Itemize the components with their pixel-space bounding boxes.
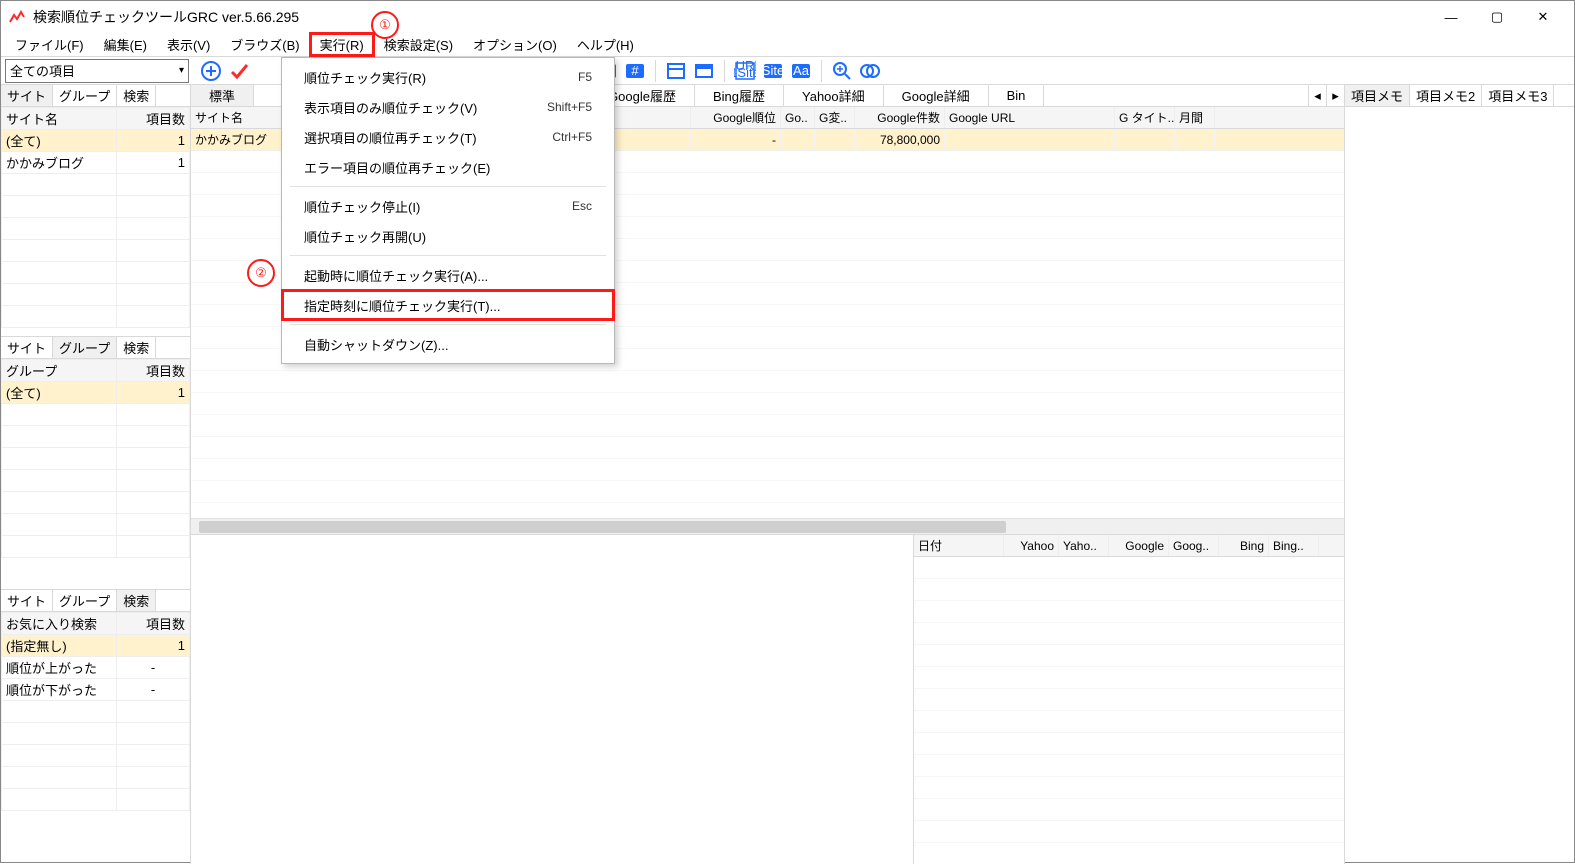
table-row[interactable]: かかみブログ1 [2, 152, 190, 174]
sites-panel: サイト グループ 検索 サイト名項目数 (全て)1 かかみブログ1 [1, 85, 190, 337]
menu-browse[interactable]: ブラウズ(B) [220, 33, 309, 56]
run-menu-dropdown: 順位チェック実行(R)F5 表示項目のみ順位チェック(V)Shift+F5 選択… [281, 57, 615, 364]
title-bar: 検索順位チェックツールGRC ver.5.66.295 — ▢ ✕ [1, 1, 1574, 33]
tab-bing-hist[interactable]: Bing履歴 [695, 85, 784, 106]
app-title: 検索順位チェックツールGRC ver.5.66.295 [33, 7, 1428, 27]
dd-visible-check[interactable]: 表示項目のみ順位チェック(V)Shift+F5 [282, 92, 614, 122]
toolbar: 全ての項目 ▾ RL # 1URL1Site Site Aa [1, 57, 1574, 85]
tab-memo1[interactable]: 項目メモ [1345, 85, 1410, 106]
close-button[interactable]: ✕ [1520, 1, 1566, 33]
scope-combobox[interactable]: 全ての項目 ▾ [5, 59, 189, 83]
dd-run-at-time[interactable]: 指定時刻に順位チェック実行(T)... [282, 290, 614, 320]
dd-resume[interactable]: 順位チェック再開(U) [282, 221, 614, 251]
minimize-button[interactable]: — [1428, 1, 1474, 33]
tab-search[interactable]: 検索 [117, 590, 156, 611]
dd-auto-shutdown[interactable]: 自動シャットダウン(Z)... [282, 329, 614, 359]
table-row[interactable]: 順位が下がった- [2, 678, 190, 700]
horizontal-scrollbar[interactable] [191, 518, 1344, 534]
scope-value: 全ての項目 [10, 61, 75, 80]
memo-column: 項目メモ 項目メモ2 項目メモ3 [1344, 85, 1574, 864]
favorites-panel: サイト グループ 検索 お気に入り検索項目数 (指定無し)1 順位が上がった- … [1, 590, 190, 864]
table-row[interactable]: (全て)1 [2, 130, 190, 152]
tab-bing-detail[interactable]: Bin [989, 85, 1045, 106]
menu-bar: ファイル(F) 編集(E) 表示(V) ブラウズ(B) 実行(R) 検索設定(S… [1, 33, 1574, 57]
check-icon[interactable] [225, 57, 253, 85]
tab-site[interactable]: サイト [1, 590, 53, 611]
magnify-icon[interactable] [828, 57, 856, 85]
left-column: サイト グループ 検索 サイト名項目数 (全て)1 かかみブログ1 サイト グル… [1, 85, 191, 864]
memo-area[interactable] [1345, 107, 1574, 864]
tab-site[interactable]: サイト [1, 337, 53, 358]
card-icon[interactable] [690, 57, 718, 85]
tab-scroll-right[interactable]: ▸ [1326, 85, 1344, 106]
annotation-1: ① [371, 11, 399, 39]
dd-run-check[interactable]: 順位チェック実行(R)F5 [282, 62, 614, 92]
site-icon[interactable]: Site [759, 57, 787, 85]
tab-memo2[interactable]: 項目メモ2 [1410, 85, 1482, 106]
table-row[interactable]: (全て)1 [2, 382, 190, 404]
svg-text:Aa: Aa [793, 63, 810, 78]
sites-grid[interactable]: サイト名項目数 (全て)1 かかみブログ1 [1, 107, 190, 336]
menu-view[interactable]: 表示(V) [157, 33, 220, 56]
groups-panel: サイト グループ 検索 グループ項目数 (全て)1 [1, 337, 190, 589]
tab-standard[interactable]: 標準 [191, 85, 254, 106]
table-row[interactable]: (指定無し)1 [2, 634, 190, 656]
menu-file[interactable]: ファイル(F) [5, 33, 94, 56]
tab-scroll-left[interactable]: ◂ [1308, 85, 1326, 106]
tab-group[interactable]: グループ [53, 85, 117, 106]
dd-separator [290, 255, 606, 256]
dd-recheck-selected[interactable]: 選択項目の順位再チェック(T)Ctrl+F5 [282, 122, 614, 152]
menu-options[interactable]: オプション(O) [463, 33, 567, 56]
tab-search[interactable]: 検索 [117, 337, 156, 358]
app-icon [9, 9, 25, 25]
dd-separator [290, 186, 606, 187]
groups-grid[interactable]: グループ項目数 (全て)1 [1, 359, 190, 588]
tab-google-detail[interactable]: Google詳細 [884, 85, 989, 106]
svg-text:#: # [631, 63, 639, 78]
onesite-icon[interactable]: 1URL1Site [731, 57, 759, 85]
maximize-button[interactable]: ▢ [1474, 1, 1520, 33]
menu-run[interactable]: 実行(R) [310, 33, 374, 56]
annotation-2: ② [247, 259, 275, 287]
window-icon[interactable] [662, 57, 690, 85]
dd-run-on-launch[interactable]: 起動時に順位チェック実行(A)... [282, 260, 614, 290]
table-row[interactable]: 順位が上がった- [2, 656, 190, 678]
svg-text:1Site: 1Site [734, 65, 756, 80]
tab-search[interactable]: 検索 [117, 85, 156, 106]
overlap-icon[interactable] [856, 57, 884, 85]
tab-memo3[interactable]: 項目メモ3 [1482, 85, 1554, 106]
dd-recheck-errors[interactable]: エラー項目の順位再チェック(E) [282, 152, 614, 182]
tab-site[interactable]: サイト [1, 85, 53, 106]
history-grid[interactable] [914, 557, 1344, 864]
dd-stop[interactable]: 順位チェック停止(I)Esc [282, 191, 614, 221]
history-panel: 日付 Yahoo Yaho.. Google Goog.. Bing Bing.… [914, 535, 1344, 864]
chevron-down-icon: ▾ [179, 65, 184, 76]
tab-group[interactable]: グループ [53, 590, 117, 611]
detail-panel [191, 535, 914, 864]
tab-group[interactable]: グループ [53, 337, 117, 358]
svg-text:Site: Site [762, 63, 784, 78]
favorites-grid[interactable]: お気に入り検索項目数 (指定無し)1 順位が上がった- 順位が下がった- [1, 612, 190, 864]
dd-separator [290, 324, 606, 325]
menu-help[interactable]: ヘルプ(H) [567, 33, 644, 56]
hash-box-icon[interactable]: # [621, 57, 649, 85]
add-icon[interactable] [197, 57, 225, 85]
aa-icon[interactable]: Aa [787, 57, 815, 85]
menu-edit[interactable]: 編集(E) [94, 33, 157, 56]
tab-yahoo-detail[interactable]: Yahoo詳細 [784, 85, 884, 106]
